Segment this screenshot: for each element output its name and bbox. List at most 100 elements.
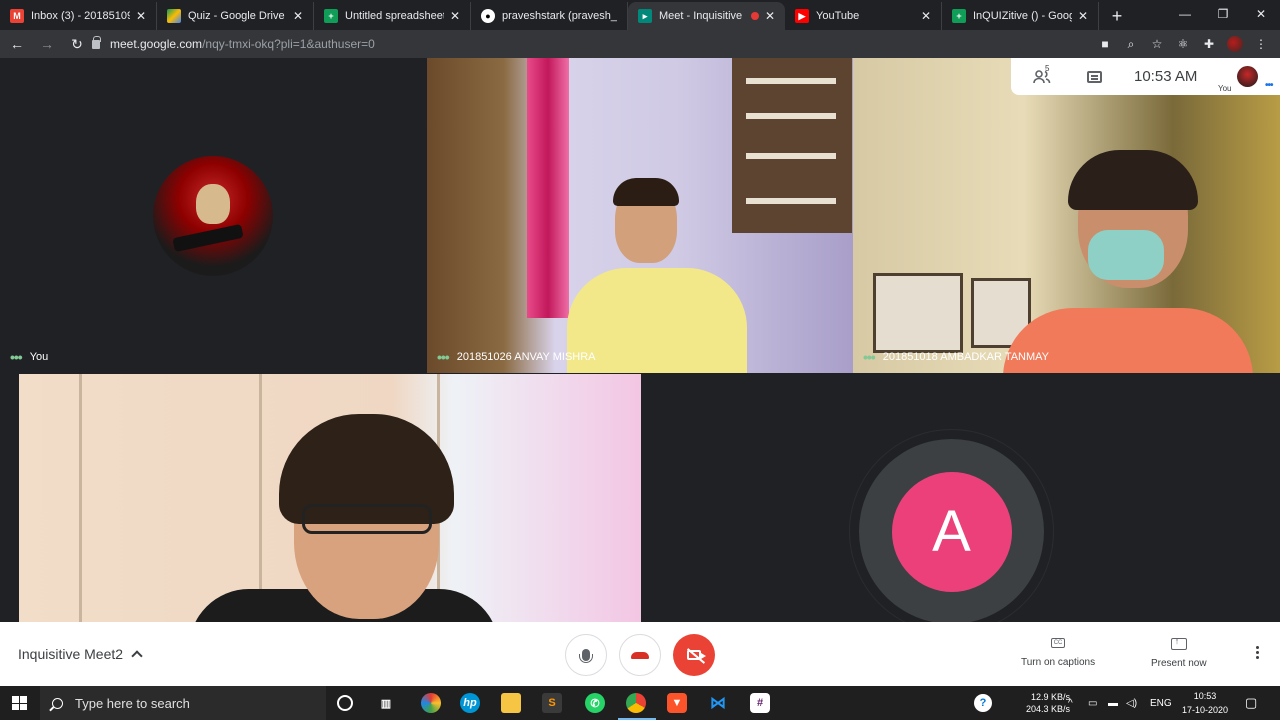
participant-name-label: 201851018 AMBADKAR TANMAY: [882, 351, 1050, 363]
camera-toggle-button[interactable]: [673, 634, 715, 676]
tray-chevron-icon[interactable]: ^: [1068, 686, 1073, 720]
zoom-icon[interactable]: ⌕: [1118, 33, 1144, 55]
chrome-icon[interactable]: [626, 693, 646, 713]
reload-icon[interactable]: ↻: [64, 31, 90, 57]
present-label: Present now: [1151, 658, 1207, 669]
meeting-controls-bar: Inquisitive Meet2 CC Turn on captions Pr…: [0, 622, 1280, 686]
audio-indicator-icon: •••: [437, 349, 450, 365]
download-speed: 204.3 KB/s: [1025, 704, 1070, 714]
battery-icon[interactable]: ▬: [1108, 686, 1118, 720]
system-time: 10:53: [1193, 691, 1217, 701]
cortana-icon[interactable]: [337, 695, 353, 711]
meeting-clock: 10:53 AM: [1134, 68, 1198, 85]
react-devtools-icon[interactable]: ⚛: [1170, 33, 1196, 55]
audio-indicator-icon: •••: [863, 349, 876, 365]
people-icon[interactable]: [1027, 58, 1057, 95]
tab-title: Inbox (3) - 20185109…: [31, 10, 130, 22]
close-tab-icon[interactable]: ✕: [450, 9, 460, 23]
taskbar-search[interactable]: Type here to search: [40, 686, 326, 720]
youtube-icon: ▶: [795, 9, 809, 23]
system-date: 17-10-2020: [1181, 705, 1229, 715]
forward-icon[interactable]: →: [34, 31, 60, 57]
close-tab-icon[interactable]: ✕: [1078, 9, 1088, 23]
participant-tile-self[interactable]: ••• You: [0, 58, 426, 373]
leave-call-button[interactable]: [619, 634, 661, 676]
tab-title: Untitled spreadsheet -: [345, 10, 444, 22]
meeting-info-card: 5 10:53 AM You •••: [1011, 58, 1280, 95]
browser-toolbar: ← → ↻ meet.google.com /nqy-tmxi-okq?pli=…: [0, 30, 1280, 58]
tab-github[interactable]: ● praveshstark (pravesh_: [471, 2, 628, 30]
github-icon: ●: [481, 9, 495, 23]
minimize-icon[interactable]: —: [1166, 0, 1204, 28]
extensions-puzzle-icon[interactable]: ✚: [1196, 33, 1222, 55]
tab-title: YouTube: [816, 10, 860, 22]
camera-off-icon: [687, 650, 706, 660]
recording-indicator-icon: [750, 12, 759, 20]
back-icon[interactable]: ←: [4, 31, 30, 57]
notifications-icon[interactable]: ▢: [1245, 686, 1257, 720]
close-tab-icon[interactable]: ✕: [765, 9, 775, 23]
file-explorer-icon[interactable]: [501, 693, 521, 713]
network-speed: 12.9 KB/s 204.3 KB/s: [1010, 691, 1070, 715]
tab-youtube[interactable]: ▶ YouTube ✕: [785, 2, 942, 30]
self-view-thumbnail[interactable]: [1237, 66, 1258, 87]
captions-icon: CC: [1051, 638, 1066, 648]
extensions-row: ■ ⌕ ☆ ⚛ ✚ ⋮: [1092, 33, 1274, 55]
participant-name: ••• You: [10, 349, 48, 365]
meeting-details-toggle[interactable]: Inquisitive Meet2: [18, 646, 143, 662]
app-icon[interactable]: [421, 693, 441, 713]
tab-meet[interactable]: ▸ Meet - Inquisitive ✕: [628, 2, 785, 30]
more-options-icon[interactable]: [1254, 646, 1260, 661]
participant-name: ••• 201851018 AMBADKAR TANMAY: [863, 349, 1049, 365]
tab-title: Meet - Inquisitive: [659, 10, 743, 22]
tab-drive[interactable]: Quiz - Google Drive ✕: [157, 2, 314, 30]
participant-tile-placeholder[interactable]: A: [641, 374, 1262, 622]
tab-title: InQUIZitive () - Google: [973, 10, 1072, 22]
bookmark-star-icon[interactable]: ☆: [1144, 33, 1170, 55]
language-indicator[interactable]: ENG: [1150, 686, 1172, 720]
help-icon[interactable]: ?: [974, 694, 992, 712]
brave-icon[interactable]: ▼: [667, 693, 687, 713]
captions-button[interactable]: CC Turn on captions: [1021, 638, 1095, 668]
present-button[interactable]: Present now: [1151, 636, 1207, 669]
chat-icon[interactable]: [1079, 58, 1109, 95]
close-tab-icon[interactable]: ✕: [921, 9, 931, 23]
close-window-icon[interactable]: ✕: [1242, 0, 1280, 28]
lock-icon: [92, 35, 101, 49]
url-path: /nqy-tmxi-okq?pli=1&authuser=0: [202, 37, 375, 51]
search-placeholder: Type here to search: [75, 695, 190, 711]
participant-tile-video[interactable]: ••• 201851026 ANVAY MISHRA: [427, 58, 853, 373]
new-tab-button[interactable]: +: [1103, 2, 1131, 30]
tab-gmail[interactable]: M Inbox (3) - 20185109… ✕: [0, 2, 157, 30]
chevron-up-icon: [131, 650, 143, 662]
close-tab-icon[interactable]: ✕: [136, 9, 146, 23]
participant-tile-video[interactable]: ••• 201851018 AMBADKAR TANMAY: [853, 58, 1280, 373]
hp-icon[interactable]: hp: [460, 693, 480, 713]
tab-title: Quiz - Google Drive: [188, 10, 285, 22]
browser-tab-strip: M Inbox (3) - 20185109… ✕ Quiz - Google …: [0, 0, 1280, 30]
whatsapp-icon[interactable]: ✆: [585, 693, 605, 713]
slack-icon[interactable]: #: [750, 693, 770, 713]
system-clock[interactable]: 10:53 17-10-2020: [1170, 689, 1240, 717]
address-bar[interactable]: meet.google.com /nqy-tmxi-okq?pli=1&auth…: [92, 33, 1092, 55]
windows-start-icon[interactable]: [12, 696, 27, 710]
close-tab-icon[interactable]: ✕: [293, 9, 303, 23]
participant-name: ••• 201851026 ANVAY MISHRA: [437, 349, 596, 365]
participant-tile-video[interactable]: [19, 374, 641, 622]
task-view-icon[interactable]: ▥: [376, 693, 396, 713]
sublime-text-icon[interactable]: S: [542, 693, 562, 713]
microphone-icon: [579, 649, 593, 663]
browser-menu-icon[interactable]: ⋮: [1248, 33, 1274, 55]
audio-indicator-icon: •••: [1265, 80, 1273, 91]
vscode-icon[interactable]: ⋈: [708, 693, 728, 713]
microphone-button[interactable]: [565, 634, 607, 676]
tray-network-icon[interactable]: ▭: [1088, 686, 1097, 720]
maximize-icon[interactable]: ❐: [1204, 0, 1242, 28]
tab-inquizitive[interactable]: + InQUIZitive () - Google ✕: [942, 2, 1099, 30]
tab-spreadsheet[interactable]: + Untitled spreadsheet - ✕: [314, 2, 471, 30]
search-icon: [52, 697, 63, 709]
camera-icon[interactable]: ■: [1092, 33, 1118, 55]
volume-icon[interactable]: ◁): [1126, 686, 1137, 720]
present-screen-icon: [1170, 636, 1187, 650]
profile-avatar[interactable]: [1222, 33, 1248, 55]
